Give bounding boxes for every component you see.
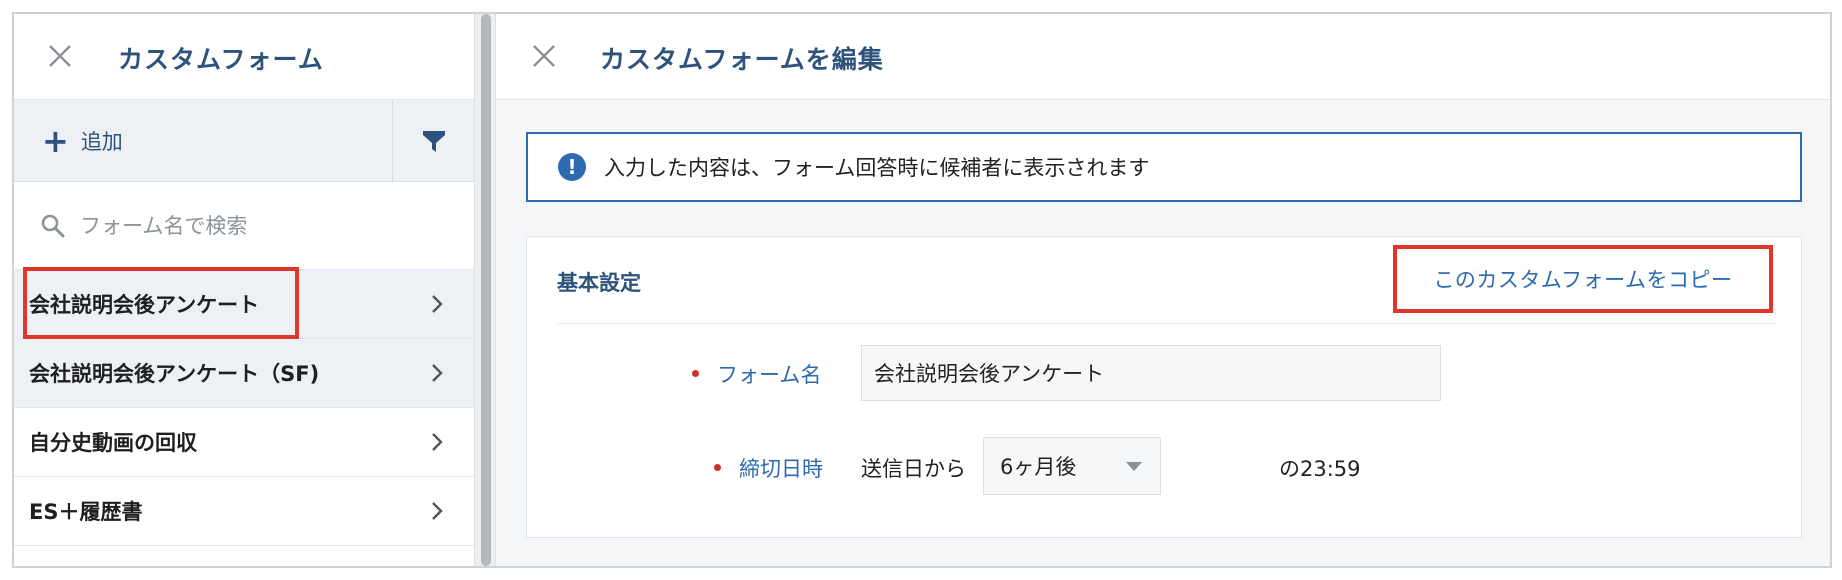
list-item[interactable]: 会社説明会後アンケート — [14, 270, 474, 339]
form-name-label: フォーム名 — [717, 363, 822, 387]
chevron-right-icon — [432, 364, 443, 382]
list-item[interactable]: 会社説明会後アンケート（SF) — [14, 339, 474, 408]
add-form-label: 追加 — [80, 130, 123, 154]
deadline-select[interactable]: 6ヶ月後 — [983, 437, 1161, 495]
list-toolbar: + 追加 — [14, 100, 474, 182]
required-marker — [714, 464, 721, 471]
list-item-label: 自分史動画の回収 — [29, 431, 197, 455]
list-item-label: ES＋履歴書 — [29, 500, 143, 524]
close-icon — [533, 45, 555, 67]
deadline-prefix: 送信日から — [861, 457, 966, 481]
chevron-right-icon — [432, 295, 443, 313]
close-edit-panel-button[interactable] — [526, 38, 562, 74]
chevron-right-icon — [432, 433, 443, 451]
plus-icon: + — [42, 122, 69, 160]
info-notice: ! 入力した内容は、フォーム回答時に候補者に表示されます — [526, 132, 1802, 202]
scrollbar-thumb[interactable] — [481, 14, 491, 566]
copy-form-button[interactable]: このカスタムフォームをコピー — [1393, 245, 1773, 313]
info-icon: ! — [558, 153, 586, 181]
list-item[interactable]: ES＋履歴書 — [14, 477, 474, 546]
deadline-label: 締切日時 — [739, 457, 823, 481]
form-name-field[interactable] — [861, 345, 1441, 401]
section-divider — [557, 323, 1775, 324]
search-bar — [14, 182, 474, 270]
form-name-row: フォーム名 — [527, 345, 1801, 401]
required-marker — [692, 370, 699, 377]
basic-settings-card: 基本設定 このカスタムフォームをコピー フォーム名 締切日時 送信日から 6ヶ月… — [526, 236, 1802, 538]
left-panel-header: カスタムフォーム — [14, 14, 474, 100]
list-item[interactable]: 自分史動画の回収 — [14, 408, 474, 477]
list-scrollbar[interactable] — [474, 14, 496, 566]
section-title: 基本設定 — [557, 271, 641, 295]
filter-button[interactable] — [392, 100, 474, 182]
search-input[interactable] — [80, 213, 440, 238]
edit-form-panel: カスタムフォームを編集 ! 入力した内容は、フォーム回答時に候補者に表示されます… — [496, 14, 1830, 566]
close-icon — [49, 45, 71, 67]
custom-form-list-panel: カスタムフォーム + 追加 会社説明会後アンケート 会社説明会後アンケート（SF… — [14, 14, 474, 566]
close-left-panel-button[interactable] — [42, 38, 78, 74]
chevron-right-icon — [432, 502, 443, 520]
deadline-suffix: の23:59 — [1279, 457, 1361, 481]
right-panel-title: カスタムフォームを編集 — [600, 45, 884, 74]
list-item-label: 会社説明会後アンケート（SF) — [29, 362, 320, 386]
form-list: 会社説明会後アンケート 会社説明会後アンケート（SF) 自分史動画の回収 ES＋… — [14, 270, 474, 546]
list-item-label: 会社説明会後アンケート — [29, 293, 260, 317]
deadline-select-value: 6ヶ月後 — [1000, 455, 1077, 479]
deadline-row: 締切日時 送信日から 6ヶ月後 の23:59 — [527, 437, 1801, 495]
left-panel-title: カスタムフォーム — [118, 45, 324, 74]
right-panel-header: カスタムフォームを編集 — [496, 14, 1830, 100]
add-form-button[interactable]: + 追加 — [42, 118, 123, 164]
notice-text: 入力した内容は、フォーム回答時に候補者に表示されます — [604, 156, 1150, 180]
filter-icon — [422, 131, 445, 152]
caret-down-icon — [1126, 462, 1142, 471]
search-icon — [41, 214, 65, 237]
copy-form-label: このカスタムフォームをコピー — [1433, 268, 1733, 292]
app-frame: カスタムフォーム + 追加 会社説明会後アンケート 会社説明会後アンケート（SF… — [12, 12, 1832, 568]
